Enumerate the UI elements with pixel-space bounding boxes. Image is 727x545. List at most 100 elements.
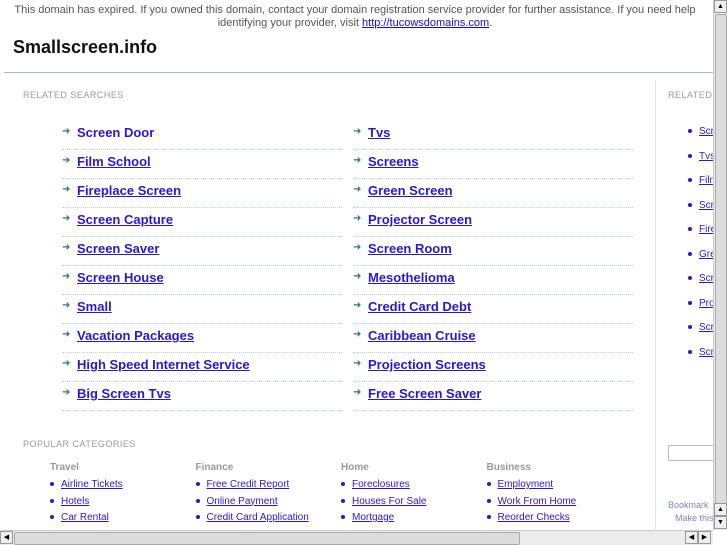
category-item[interactable]: Free Credit Report	[195, 479, 290, 490]
related-search-link[interactable]: Fireplace Screen	[77, 183, 181, 198]
category-link[interactable]: Credit Card Application	[207, 512, 309, 523]
sidebar-item[interactable]: Projector Screen	[688, 298, 713, 309]
sidebar-item[interactable]: Screens	[688, 200, 713, 211]
sidebar-link[interactable]: Projector Screen	[699, 298, 713, 309]
related-search-item[interactable]: ➜ Vacation Packages	[62, 324, 342, 353]
related-search-item[interactable]: ➜ Big Screen Tvs	[62, 382, 342, 411]
related-search-item[interactable]: ➜ Credit Card Debt	[353, 295, 633, 324]
related-search-item[interactable]: ➜ Projector Screen	[353, 208, 633, 237]
category-item[interactable]: Online Payment	[195, 496, 278, 507]
related-search-link[interactable]: Small	[77, 299, 112, 314]
category-item[interactable]: Employment	[486, 479, 554, 490]
related-search-link[interactable]: Green Screen	[368, 183, 453, 198]
related-search-item[interactable]: ➜ Screen House	[62, 266, 342, 295]
related-search-link[interactable]: Credit Card Debt	[368, 299, 471, 314]
tucows-link[interactable]: http://tucowsdomains.com	[362, 17, 489, 29]
bullet-icon	[50, 482, 54, 487]
related-search-link[interactable]: High Speed Internet Service	[77, 357, 250, 372]
category-link[interactable]: Houses For Sale	[352, 496, 426, 507]
related-search-item[interactable]: ➜ Caribbean Cruise	[353, 324, 633, 353]
category-item[interactable]: Foreclosures	[341, 479, 410, 490]
sidebar-item[interactable]: Screen Room	[688, 347, 713, 358]
scroll-right-button[interactable]: ▶	[698, 531, 711, 544]
scroll-down-button[interactable]: ▼	[714, 516, 727, 529]
vertical-scroll-thumb[interactable]	[715, 14, 727, 504]
sidebar-item[interactable]: Screen Saver	[688, 322, 713, 333]
category-item[interactable]: Car Rental	[50, 512, 109, 523]
related-search-item[interactable]: ➜ Small	[62, 295, 342, 324]
related-search-link[interactable]: Projection Screens	[368, 357, 486, 372]
horizontal-scroll-thumb[interactable]	[14, 532, 520, 545]
sidebar-item[interactable]: Fireplace Screen	[688, 224, 713, 235]
category-link[interactable]: Airline Tickets	[61, 479, 123, 490]
sidebar-link[interactable]: Film School	[699, 175, 713, 186]
sidebar-link[interactable]: Screen Room	[699, 347, 713, 358]
category-link[interactable]: Car Rental	[61, 512, 109, 523]
related-search-item[interactable]: ➜ Screen Room	[353, 237, 633, 266]
related-search-link[interactable]: Big Screen Tvs	[77, 386, 171, 401]
related-search-item[interactable]: ➜ Screen Saver	[62, 237, 342, 266]
vertical-scrollbar[interactable]: ▲ ▲ ▼	[713, 0, 727, 530]
related-search-item[interactable]: ➜ Screens	[353, 150, 633, 179]
related-search-link[interactable]: Film School	[77, 154, 151, 169]
category-item[interactable]: Airline Tickets	[50, 479, 123, 490]
related-search-link[interactable]: Free Screen Saver	[368, 386, 481, 401]
related-search-item[interactable]: ➜ Projection Screens	[353, 353, 633, 382]
sidebar-link[interactable]: Screens	[699, 200, 713, 211]
related-search-item[interactable]: ➜ High Speed Internet Service	[62, 353, 342, 382]
related-search-item[interactable]: ➜ Mesothelioma	[353, 266, 633, 295]
related-search-link[interactable]: Screen Capture	[77, 212, 173, 227]
related-search-link[interactable]: Tvs	[368, 125, 390, 140]
category-item[interactable]: Houses For Sale	[341, 496, 426, 507]
bookmark-link[interactable]: Bookmark	[668, 500, 709, 510]
category-item[interactable]: Credit Card Application	[195, 512, 309, 523]
sidebar-item[interactable]: Screen Door	[688, 126, 713, 137]
related-search-link[interactable]: Caribbean Cruise	[368, 328, 476, 343]
category-link[interactable]: Mortgage	[352, 512, 394, 523]
make-homepage-link[interactable]: Make this	[675, 513, 714, 523]
notice-text: This domain has expired. If you owned th…	[14, 4, 696, 29]
related-search-item[interactable]: ➜ Tvs	[353, 121, 633, 150]
related-search-link[interactable]: Projector Screen	[368, 212, 472, 227]
sidebar-item[interactable]: Screen Capture	[688, 273, 713, 284]
sidebar-link[interactable]: Screen Saver	[699, 322, 713, 333]
scroll-left-button-2[interactable]: ◀	[685, 531, 698, 544]
scroll-up-button[interactable]: ▲	[714, 0, 727, 13]
related-search-item[interactable]: ➜ Fireplace Screen	[62, 179, 342, 208]
sidebar-link[interactable]: Green Screen	[699, 249, 713, 260]
related-search-item[interactable]: ➜ Film School	[62, 150, 342, 179]
sidebar-item[interactable]: Tvs	[688, 151, 713, 162]
sidebar-item[interactable]: Film School	[688, 175, 713, 186]
related-search-link[interactable]: Screen Saver	[77, 241, 159, 256]
related-search-link[interactable]: Mesothelioma	[368, 270, 455, 285]
scroll-left-button[interactable]: ◀	[0, 531, 13, 544]
related-search-item[interactable]: ➜ Screen Capture	[62, 208, 342, 237]
related-search-item[interactable]: ➜ Free Screen Saver	[353, 382, 633, 411]
category-link[interactable]: Employment	[498, 479, 554, 490]
related-search-item[interactable]: ➜ Screen Door	[62, 121, 342, 150]
related-search-link[interactable]: Screen Room	[368, 241, 452, 256]
related-search-link[interactable]: Vacation Packages	[77, 328, 194, 343]
related-search-item[interactable]: ➜ Green Screen	[353, 179, 633, 208]
category-link[interactable]: Free Credit Report	[207, 479, 290, 490]
sidebar-item[interactable]: Green Screen	[688, 249, 713, 260]
sidebar-link[interactable]: Fireplace Screen	[699, 224, 713, 235]
sidebar-link[interactable]: Screen Capture	[699, 273, 713, 284]
category-item[interactable]: Mortgage	[341, 512, 394, 523]
related-search-link[interactable]: Screens	[368, 154, 419, 169]
category-link[interactable]: Work From Home	[498, 496, 577, 507]
sidebar-link[interactable]: Tvs	[699, 151, 713, 162]
related-search-link[interactable]: Screen Door	[77, 125, 154, 140]
category-link[interactable]: Online Payment	[207, 496, 278, 507]
sidebar-link[interactable]: Screen Door	[699, 126, 713, 137]
related-search-link[interactable]: Screen House	[77, 270, 164, 285]
category-item[interactable]: Work From Home	[486, 496, 577, 507]
sidebar-search-input[interactable]	[668, 445, 718, 461]
category-item[interactable]: Reorder Checks	[486, 512, 570, 523]
category-link[interactable]: Hotels	[61, 496, 89, 507]
category-link[interactable]: Foreclosures	[352, 479, 410, 490]
horizontal-scrollbar[interactable]: ◀ ◀ ▶	[0, 530, 713, 545]
category-item[interactable]: Hotels	[50, 496, 89, 507]
scroll-up-button-2[interactable]: ▲	[714, 503, 727, 516]
category-link[interactable]: Reorder Checks	[498, 512, 570, 523]
